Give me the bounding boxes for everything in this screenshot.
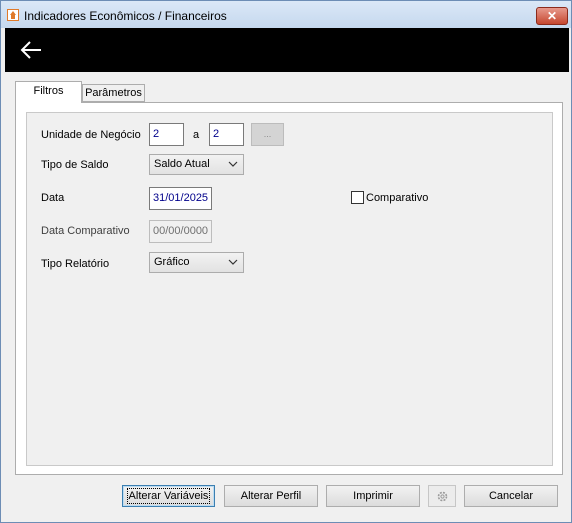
alterar-perfil-button[interactable]: Alterar Perfil: [224, 485, 318, 507]
unidade-negocio-label: Unidade de Negócio: [41, 129, 141, 141]
unidade-negocio-from-input[interactable]: 2: [149, 123, 184, 146]
tipo-saldo-value: Saldo Atual: [154, 158, 210, 170]
data-label: Data: [41, 192, 65, 204]
alterar-variaveis-button[interactable]: Alterar Variáveis: [122, 485, 215, 507]
cancelar-button[interactable]: Cancelar: [464, 485, 558, 507]
data-comparativo-input: 00/00/0000: [149, 220, 212, 243]
tipo-relatorio-label: Tipo Relatório: [41, 258, 110, 270]
tipo-saldo-select[interactable]: Saldo Atual: [149, 154, 244, 175]
imprimir-button[interactable]: Imprimir: [326, 485, 420, 507]
range-separator: a: [193, 129, 200, 141]
comparativo-label: Comparativo: [366, 192, 429, 204]
tipo-relatorio-value: Gráfico: [154, 256, 190, 268]
settings-button[interactable]: [428, 485, 456, 507]
title-bar: Indicadores Econômicos / Financeiros ✕: [1, 1, 571, 28]
close-button[interactable]: ✕: [536, 7, 568, 25]
tab-filtros[interactable]: Filtros: [15, 81, 82, 103]
report-window: Indicadores Econômicos / Financeiros ✕ F…: [0, 0, 572, 523]
window-title: Indicadores Econômicos / Financeiros: [24, 9, 227, 23]
unidade-negocio-to-input[interactable]: 2: [209, 123, 244, 146]
home-icon: [7, 9, 19, 21]
data-comparativo-label: Data Comparativo: [41, 225, 130, 237]
chevron-down-icon: [228, 259, 238, 265]
data-input[interactable]: 31/01/2025: [149, 187, 212, 210]
gear-icon: [437, 491, 448, 502]
toolbar: [5, 28, 569, 72]
lookup-button[interactable]: ...: [251, 123, 284, 146]
alterar-variaveis-label: Alterar Variáveis: [126, 488, 211, 504]
comparativo-checkbox[interactable]: [351, 191, 364, 204]
tab-parametros[interactable]: Parâmetros: [82, 84, 145, 102]
back-arrow-icon[interactable]: [19, 40, 43, 60]
tipo-saldo-label: Tipo de Saldo: [41, 159, 109, 171]
chevron-down-icon: [228, 161, 238, 167]
tipo-relatorio-select[interactable]: Gráfico: [149, 252, 244, 273]
